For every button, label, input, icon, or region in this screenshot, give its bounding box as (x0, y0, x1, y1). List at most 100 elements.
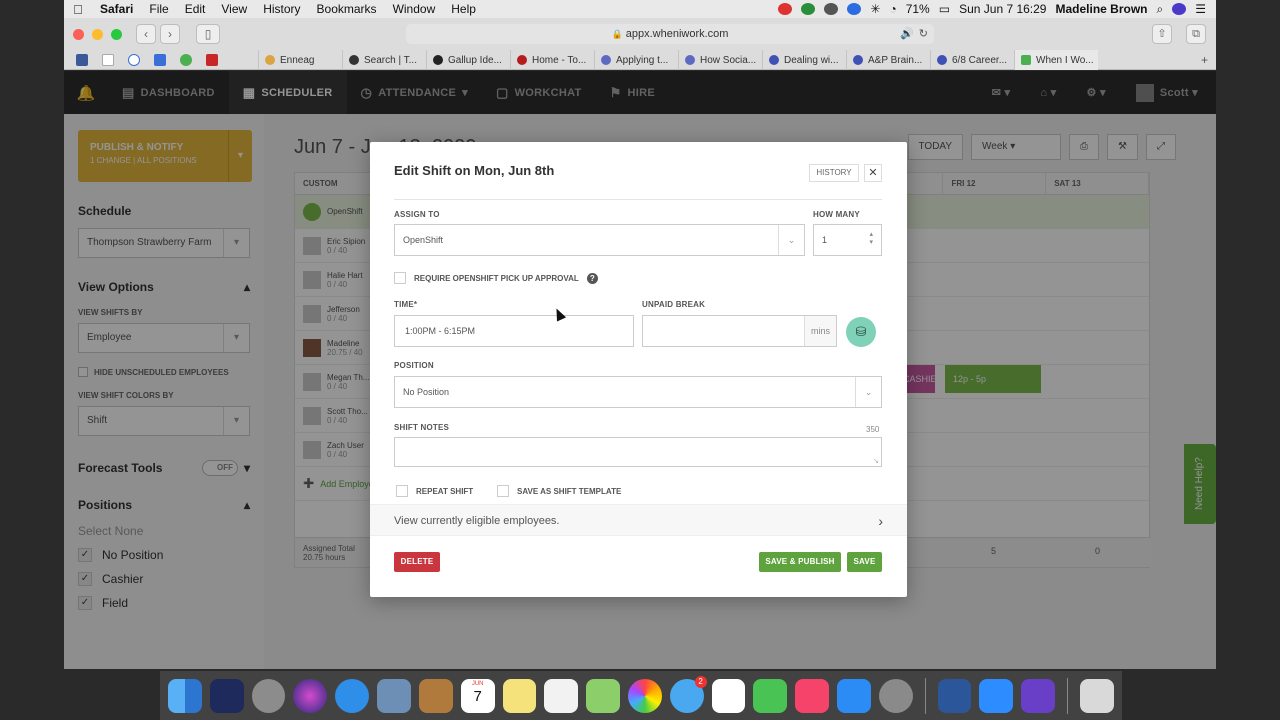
menu-bookmarks[interactable]: Bookmarks (309, 2, 385, 16)
zoom-window-button[interactable] (111, 28, 122, 40)
tab-item[interactable]: Enneag (258, 50, 342, 70)
bluetooth-icon[interactable]: ✳ (870, 2, 880, 16)
control-center-icon[interactable]: ☰ (1195, 2, 1206, 16)
slack-icon[interactable] (711, 678, 746, 713)
save-template-checkbox[interactable]: SAVE AS SHIFT TEMPLATE (497, 485, 621, 497)
minimize-window-button[interactable] (92, 28, 103, 40)
safari-icon[interactable] (335, 678, 370, 713)
apple-icon[interactable]:  (64, 2, 92, 17)
siri-icon[interactable] (1172, 3, 1187, 15)
menu-app-name[interactable]: Safari (92, 2, 141, 16)
checkbox[interactable] (394, 272, 406, 284)
facetime-icon[interactable] (753, 678, 788, 713)
notebook-icon[interactable] (418, 678, 453, 713)
app-store-icon[interactable] (837, 678, 871, 713)
position-value: No Position (403, 387, 450, 397)
photos-icon[interactable] (627, 678, 662, 713)
reload-icon[interactable]: ↻ (919, 24, 928, 44)
battery-percent[interactable]: 71% (906, 2, 930, 16)
eligible-employees-link[interactable]: View currently eligible employees. › (370, 504, 907, 536)
checkbox[interactable] (396, 485, 408, 497)
finder-icon[interactable] (168, 678, 202, 713)
close-icon[interactable]: ✕ (864, 164, 882, 182)
notes-char-count: 350 (866, 425, 880, 434)
audio-icon[interactable]: 🔊 (900, 24, 914, 44)
menu-help[interactable]: Help (443, 2, 484, 16)
tab-item[interactable]: How Socia... (678, 50, 762, 70)
tab-item[interactable]: Applying t... (594, 50, 678, 70)
menu-history[interactable]: History (255, 2, 308, 16)
time-input[interactable]: 1:00PM - 6:15PM (394, 315, 634, 347)
bookmark-icon[interactable] (154, 54, 166, 66)
history-button[interactable]: HISTORY (809, 164, 859, 182)
launchpad-icon[interactable] (251, 678, 286, 713)
imovie-icon[interactable] (1021, 678, 1056, 713)
tab-item[interactable]: Gallup Ide... (426, 50, 510, 70)
preview-icon[interactable] (377, 678, 411, 713)
notes-icon[interactable] (502, 678, 537, 713)
facebook-icon[interactable] (76, 54, 88, 66)
siri-icon[interactable] (293, 678, 328, 713)
shift-notes-textarea[interactable]: ↘ (394, 437, 882, 467)
tab-item[interactable]: Search | T... (342, 50, 426, 70)
spotlight-icon[interactable]: ⌕ (1157, 2, 1164, 17)
share-icon[interactable]: ⇧ (1152, 24, 1172, 44)
tab-label: Applying t... (616, 54, 669, 66)
bookmark-icon[interactable] (128, 54, 140, 66)
delete-button[interactable]: DELETE (394, 552, 440, 572)
address-bar[interactable]: 🔒 appx.wheniwork.com 🔊 ↻ (406, 24, 934, 44)
stepper-icon[interactable]: ▴ ▾ (869, 231, 873, 247)
unpaid-break-input[interactable]: mins (642, 315, 837, 347)
assign-to-select[interactable]: OpenShift ⌄ (394, 224, 805, 256)
menu-file[interactable]: File (141, 2, 176, 16)
require-approval-checkbox[interactable]: REQUIRE OPENSHIFT PICK UP APPROVAL ? (394, 272, 598, 284)
back-button[interactable]: ‹ (136, 24, 156, 44)
close-window-button[interactable] (73, 28, 84, 40)
status-app-icon[interactable] (778, 3, 793, 15)
tab-item[interactable]: A&P Brain... (846, 50, 930, 70)
tab-item[interactable]: 6/8 Career... (930, 50, 1014, 70)
tabs-overview-icon[interactable]: ⧉ (1186, 24, 1206, 44)
user-name[interactable]: Madeline Brown (1055, 2, 1147, 16)
calendar-icon[interactable]: JUN 7 (460, 678, 495, 713)
menu-view[interactable]: View (213, 2, 255, 16)
how-many-input[interactable]: 1 ▴ ▾ (813, 224, 882, 256)
zoom-icon[interactable] (979, 678, 1014, 713)
wifi-icon[interactable]: ◔ (889, 2, 896, 16)
position-select[interactable]: No Position ⌄ (394, 376, 882, 408)
messages-icon[interactable]: 2 (669, 675, 707, 713)
menu-edit[interactable]: Edit (177, 2, 214, 16)
tab-item-active[interactable]: When I Wo... (1014, 50, 1098, 70)
status-sync-icon[interactable] (847, 3, 862, 15)
help-icon[interactable]: ? (586, 272, 598, 284)
music-icon[interactable] (795, 678, 829, 713)
sidebar-toggle-icon[interactable]: ▯ (196, 24, 220, 44)
badge: 2 (694, 675, 707, 688)
menu-window[interactable]: Window (385, 2, 444, 16)
clock[interactable]: Sun Jun 7 16:29 (959, 2, 1046, 16)
save-button[interactable]: SAVE (847, 552, 882, 572)
trash-icon[interactable] (1080, 678, 1114, 713)
repeat-shift-checkbox[interactable]: REPEAT SHIFT (396, 485, 473, 497)
maps-icon[interactable] (586, 678, 620, 713)
status-creative-cloud-icon[interactable] (824, 3, 839, 15)
bookmark-icon[interactable] (180, 54, 192, 66)
checkbox[interactable] (497, 485, 509, 497)
bookmark-icon[interactable] (206, 54, 218, 66)
resize-grip-icon[interactable]: ↘ (873, 457, 879, 465)
bookmark-icon[interactable] (102, 54, 114, 66)
lock-icon: 🔒 (611, 29, 623, 39)
forward-button[interactable]: › (160, 24, 180, 44)
reminders-icon[interactable] (544, 678, 579, 713)
safari-window-chrome: ‹ › ▯ 🔒 appx.wheniwork.com 🔊 ↻ ⇧ ⧉ Enneag… (64, 18, 1216, 70)
paint-bucket-icon[interactable]: ⛁ (846, 317, 876, 347)
tab-item[interactable]: Dealing wi... (762, 50, 846, 70)
status-grammarly-icon[interactable] (801, 3, 816, 15)
dropbox-icon[interactable] (209, 678, 244, 713)
new-tab-button[interactable]: + (1193, 53, 1216, 67)
system-preferences-icon[interactable] (878, 678, 913, 713)
word-icon[interactable] (937, 678, 972, 713)
safari-toolbar: ‹ › ▯ 🔒 appx.wheniwork.com 🔊 ↻ ⇧ ⧉ (64, 18, 1216, 50)
tab-item[interactable]: Home - To... (510, 50, 594, 70)
save-publish-button[interactable]: SAVE & PUBLISH (759, 552, 841, 572)
